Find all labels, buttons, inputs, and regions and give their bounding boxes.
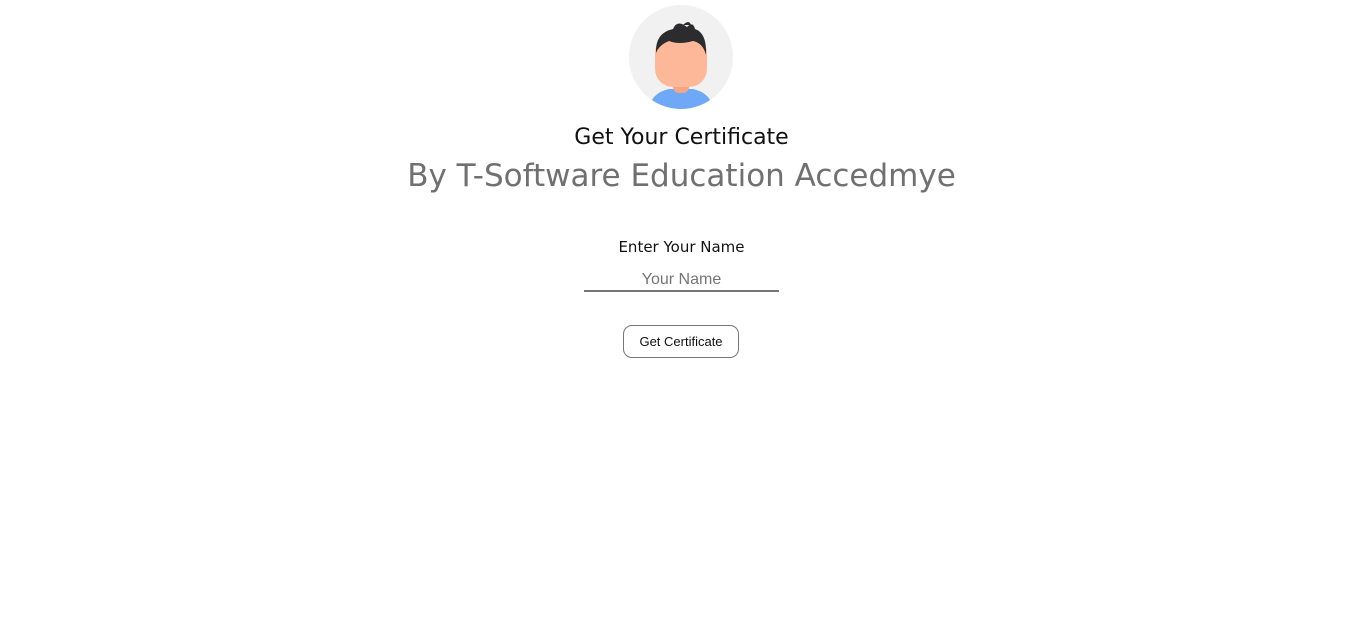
- certificate-page: Get Your Certificate By T-Software Educa…: [0, 0, 1363, 630]
- user-avatar-icon: [629, 5, 733, 109]
- get-certificate-button[interactable]: Get Certificate: [623, 325, 739, 358]
- page-title: Get Your Certificate: [574, 125, 789, 150]
- name-input[interactable]: [584, 270, 779, 292]
- page-subtitle: By T-Software Education Accedmye: [407, 158, 956, 194]
- avatar-illustration: [629, 5, 733, 109]
- name-field-label: Enter Your Name: [618, 238, 745, 256]
